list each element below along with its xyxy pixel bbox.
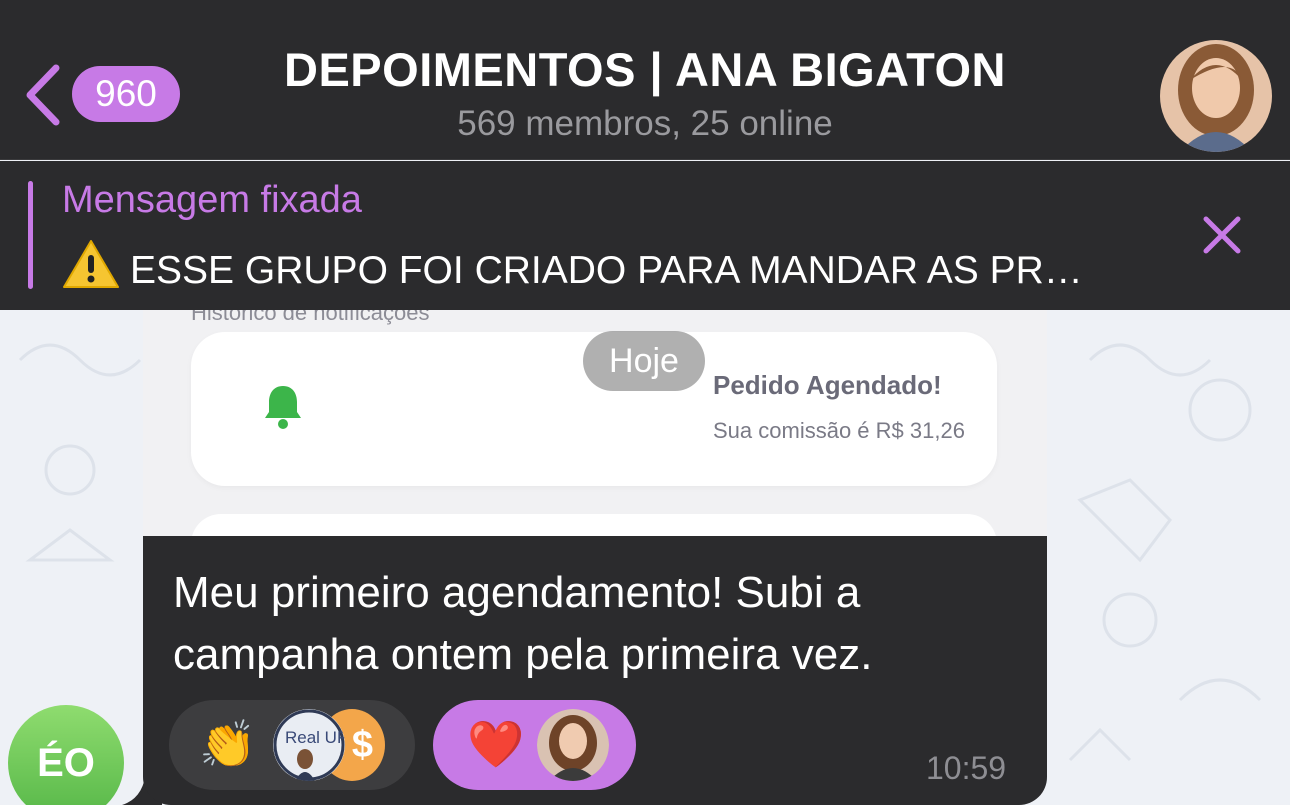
pinned-text: ESSE GRUPO FOI CRIADO PARA MANDAR AS PR…	[130, 249, 1083, 292]
unread-count-badge[interactable]: 960	[72, 66, 180, 122]
screenshot-caption: Histórico de notificações	[191, 310, 430, 325]
chat-title[interactable]: DEPOIMENTOS | ANA BIGATON	[200, 42, 1090, 97]
pinned-message-bar[interactable]: Mensagem fixada ESSE GRUPO FOI CRIADO PA…	[0, 161, 1290, 310]
chat-subtitle: 569 membros, 25 online	[457, 104, 833, 143]
notification-body: Sua comissão é R$ 31,26	[713, 418, 965, 443]
reactor-avatar	[537, 709, 609, 781]
clapping-hands-icon: 👏	[199, 718, 257, 770]
date-chip: Hoje	[583, 331, 705, 391]
reactor-avatar: Real UP	[273, 709, 345, 781]
reactor-logo-text: Real UP	[285, 728, 345, 747]
bell-icon	[265, 386, 301, 429]
message-time: 10:59	[926, 750, 1007, 786]
reaction-heart[interactable]: ❤️	[433, 700, 636, 790]
notification-card	[191, 514, 997, 536]
message-bubble[interactable]: Histórico de notificações Pedido Agendad…	[143, 310, 1047, 805]
message-text: Meu primeiro agendamento! Subi a campanh…	[173, 568, 873, 679]
reaction-clap[interactable]: 👏 $ Real UP	[169, 700, 415, 790]
notification-title: Pedido Agendado!	[713, 370, 942, 400]
warning-icon	[63, 240, 119, 288]
pinned-text-row: ESSE GRUPO FOI CRIADO PARA MANDAR AS PR…	[62, 239, 1182, 293]
close-icon[interactable]	[1200, 213, 1244, 257]
group-avatar[interactable]	[1160, 40, 1272, 152]
pinned-label: Mensagem fixada	[62, 179, 362, 221]
pinned-accent-line	[28, 181, 33, 289]
back-chevron-icon[interactable]	[22, 62, 62, 128]
chat-header: 960 DEPOIMENTOS | ANA BIGATON 569 membro…	[0, 0, 1290, 160]
heart-icon: ❤️	[467, 718, 525, 770]
